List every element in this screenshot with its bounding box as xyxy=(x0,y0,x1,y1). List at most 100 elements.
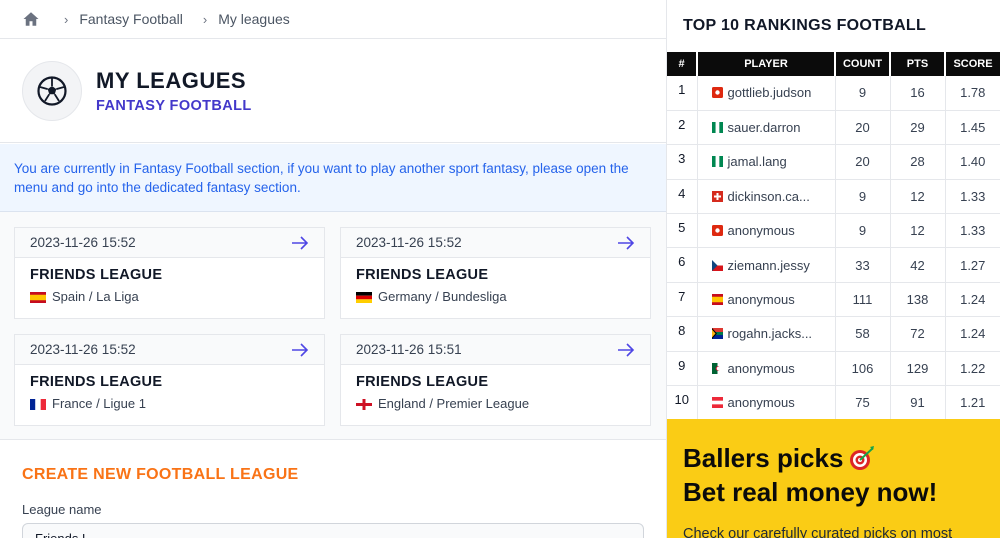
league-competition: France / Ligue 1 xyxy=(52,396,146,411)
pts-cell: 12 xyxy=(890,213,946,249)
league-name: FRIENDS LEAGUE xyxy=(30,267,163,283)
score-cell: 1.33 xyxy=(945,213,1000,249)
pts-cell: 91 xyxy=(890,385,946,421)
spain-flag-icon xyxy=(30,291,46,303)
switzerland-flag-icon xyxy=(711,190,723,202)
score-cell: 1.33 xyxy=(945,179,1000,215)
player-name[interactable]: gottlieb.judson xyxy=(728,85,812,100)
player-cell: anonymous xyxy=(697,351,836,387)
arrow-right-icon[interactable] xyxy=(617,235,635,250)
create-league-title: CREATE NEW FOOTBALL LEAGUE xyxy=(22,466,299,483)
rank-number: 2 xyxy=(667,110,698,146)
rank-number: 6 xyxy=(667,247,698,283)
player-name[interactable]: jamal.lang xyxy=(728,154,787,169)
score-cell: 1.78 xyxy=(945,76,1000,111)
score-cell: 1.24 xyxy=(945,316,1000,352)
player-name[interactable]: anonymous xyxy=(728,361,795,376)
league-name: FRIENDS LEAGUE xyxy=(30,374,163,390)
rank-number: 5 xyxy=(667,213,698,249)
league-name-label: League name xyxy=(22,502,102,517)
player-cell: sauer.darron xyxy=(697,110,836,146)
pts-cell: 28 xyxy=(890,144,946,180)
score-cell: 1.27 xyxy=(945,247,1000,283)
leagues-list: 2023-11-26 15:52 FRIENDS LEAGUE Spain / … xyxy=(0,212,666,440)
ranking-row[interactable]: 8 rogahn.jacks... 58 72 1.24 xyxy=(667,316,1000,352)
ranking-row[interactable]: 7 anonymous 111 138 1.24 xyxy=(667,282,1000,318)
ranking-row[interactable]: 1 gottlieb.judson 9 16 1.78 xyxy=(667,76,1000,111)
player-name[interactable]: anonymous xyxy=(728,395,795,410)
score-cell: 1.21 xyxy=(945,385,1000,421)
league-name: FRIENDS LEAGUE xyxy=(356,374,489,390)
column-header-count: COUNT xyxy=(835,52,891,76)
league-card[interactable]: 2023-11-26 15:52 FRIENDS LEAGUE Germany … xyxy=(340,227,651,319)
rankings-table: # PLAYER COUNT PTS SCORE 1 gottlieb.judso… xyxy=(667,52,1000,421)
player-name[interactable]: dickinson.ca... xyxy=(728,189,810,204)
player-name[interactable]: anonymous xyxy=(728,292,795,307)
rank-number: 7 xyxy=(667,282,698,318)
england-flag-icon xyxy=(356,398,372,410)
score-cell: 1.40 xyxy=(945,144,1000,180)
league-date: 2023-11-26 15:52 xyxy=(356,235,462,250)
player-cell: anonymous xyxy=(697,213,836,249)
player-cell: rogahn.jacks... xyxy=(697,316,836,352)
page-subtitle: FANTASY FOOTBALL xyxy=(96,97,252,114)
pts-cell: 72 xyxy=(890,316,946,352)
count-cell: 106 xyxy=(835,351,891,387)
score-cell: 1.22 xyxy=(945,351,1000,387)
rank-number: 8 xyxy=(667,316,698,352)
dart-target-icon xyxy=(848,444,876,472)
ranking-row[interactable]: 10 anonymous 75 91 1.21 xyxy=(667,385,1000,421)
league-card[interactable]: 2023-11-26 15:52 FRIENDS LEAGUE France /… xyxy=(14,334,325,426)
ranking-row[interactable]: 3 jamal.lang 20 28 1.40 xyxy=(667,144,1000,180)
nigeria-flag-icon xyxy=(711,155,723,168)
arrow-right-icon[interactable] xyxy=(291,235,309,250)
pts-cell: 12 xyxy=(890,179,946,215)
ranking-row[interactable]: 4 dickinson.ca... 9 12 1.33 xyxy=(667,179,1000,215)
count-cell: 33 xyxy=(835,247,891,283)
league-name-input[interactable] xyxy=(22,523,644,538)
ranking-row[interactable]: 9 anonymous 106 129 1.22 xyxy=(667,351,1000,387)
league-card[interactable]: 2023-11-26 15:51 FRIENDS LEAGUE England … xyxy=(340,334,651,426)
promo-banner[interactable]: Ballers picks Bet real money now! Check … xyxy=(667,419,1000,538)
spain-flag-icon xyxy=(711,293,723,306)
league-competition: Germany / Bundesliga xyxy=(378,289,507,304)
rank-number: 9 xyxy=(667,351,698,387)
column-header-pts: PTS xyxy=(890,52,946,76)
player-cell: jamal.lang xyxy=(697,144,836,180)
player-cell: dickinson.ca... xyxy=(697,179,836,215)
pts-cell: 42 xyxy=(890,247,946,283)
arrow-right-icon[interactable] xyxy=(617,342,635,357)
league-date: 2023-11-26 15:52 xyxy=(30,235,136,250)
breadcrumb: › Fantasy Football › My leagues xyxy=(0,0,666,39)
count-cell: 75 xyxy=(835,385,891,421)
player-name[interactable]: ziemann.jessy xyxy=(728,258,810,273)
home-icon[interactable] xyxy=(22,10,40,28)
hongkong-flag-icon xyxy=(711,224,723,237)
chevron-right-icon: › xyxy=(64,11,69,27)
column-header-player: PLAYER xyxy=(697,52,836,76)
breadcrumb-fantasy-football[interactable]: Fantasy Football xyxy=(79,11,183,27)
ranking-row[interactable]: 2 sauer.darron 20 29 1.45 xyxy=(667,110,1000,146)
ranking-row[interactable]: 6 ziemann.jessy 33 42 1.27 xyxy=(667,247,1000,283)
arrow-right-icon[interactable] xyxy=(291,342,309,357)
france-flag-icon xyxy=(30,398,46,410)
count-cell: 20 xyxy=(835,110,891,146)
count-cell: 20 xyxy=(835,144,891,180)
column-header-score: SCORE xyxy=(945,52,1000,76)
germany-flag-icon xyxy=(356,291,372,303)
player-name[interactable]: rogahn.jacks... xyxy=(728,326,813,341)
pts-cell: 16 xyxy=(890,76,946,111)
column-header-rank: # xyxy=(667,52,698,76)
league-name: FRIENDS LEAGUE xyxy=(356,267,489,283)
player-name[interactable]: sauer.darron xyxy=(728,120,801,135)
promo-subheadline: Bet real money now! xyxy=(683,477,938,507)
rankings-title: TOP 10 RANKINGS FOOTBALL xyxy=(683,17,927,34)
ranking-row[interactable]: 5 anonymous 9 12 1.33 xyxy=(667,213,1000,249)
page-header: MY LEAGUES FANTASY FOOTBALL xyxy=(0,39,666,143)
nigeria-flag-icon xyxy=(711,121,723,134)
rank-number: 10 xyxy=(667,385,698,421)
breadcrumb-my-leagues[interactable]: My leagues xyxy=(218,11,290,27)
score-cell: 1.45 xyxy=(945,110,1000,146)
league-card[interactable]: 2023-11-26 15:52 FRIENDS LEAGUE Spain / … xyxy=(14,227,325,319)
player-name[interactable]: anonymous xyxy=(728,223,795,238)
